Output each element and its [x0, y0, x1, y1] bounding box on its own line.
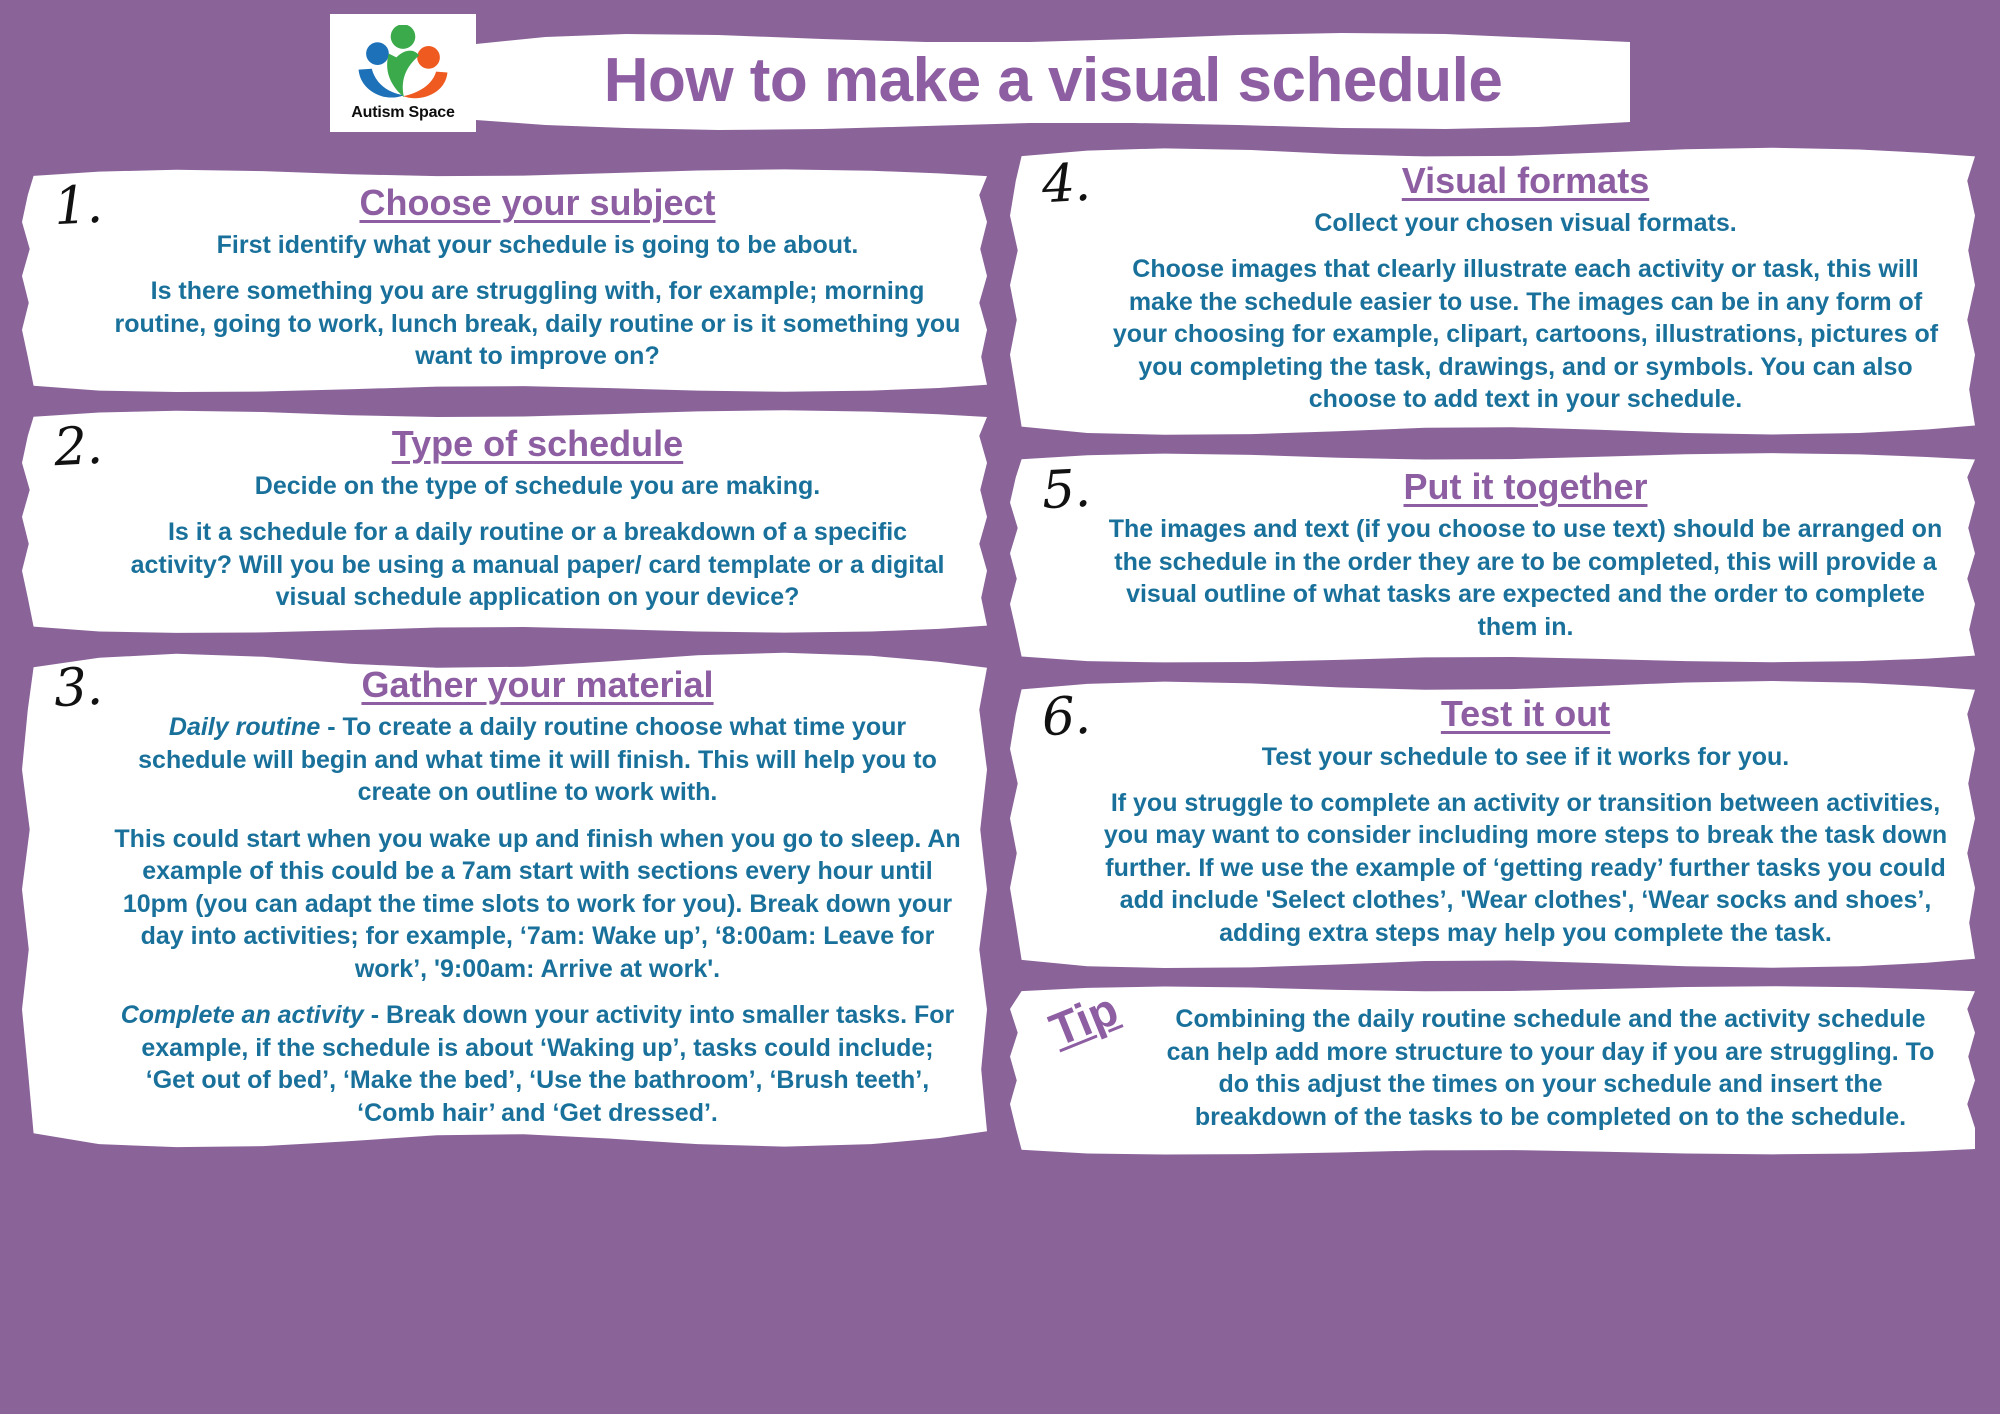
step-paragraph-2-1: Is it a schedule for a daily routine or … [130, 518, 945, 612]
step-paragraph-5-1: The images and text (if you choose to us… [1108, 515, 1943, 641]
right-column: 4. Visual formats Collect your chosen vi… [1010, 146, 1975, 1155]
step-subtitle-6: Test your schedule to see if it works fo… [1261, 742, 1790, 771]
tip-text: Combining the daily routine schedule and… [1166, 1005, 1935, 1131]
step-number-4: 4. [1040, 152, 1092, 216]
step-paragraph-3-example: This could start when you wake up and fi… [114, 824, 961, 983]
step-heading-4: Visual formats [1401, 160, 1650, 201]
step-heading-3: Gather your material [361, 663, 714, 705]
lead-term-complete-activity: Complete an activity [120, 1001, 364, 1030]
title-plate: How to make a visual schedule [476, 33, 1630, 130]
step-card-5: 5. Put it together The images and text (… [1010, 453, 1975, 663]
step-paragraph-3-complete-activity: Complete an activity - Break down your a… [114, 999, 961, 1129]
step-subtitle-2: Decide on the type of schedule you are m… [254, 472, 821, 501]
left-column: 1. Choose your subject First identify wh… [22, 168, 987, 1165]
step-paragraph-3-daily-routine: Daily routine - To create a daily routin… [114, 711, 961, 809]
step-heading-5: Put it together [1403, 465, 1648, 507]
step-card-6: 6. Test it out Test your schedule to see… [1010, 681, 1975, 969]
step-card-4: 4. Visual formats Collect your chosen vi… [1010, 147, 1975, 435]
step-paragraph-1-1: Is there something you are struggling wi… [114, 277, 961, 371]
step-number-6: 6. [1040, 686, 1092, 749]
step-card-3: 3. Gather your material Daily routine - … [22, 652, 987, 1148]
step-subtitle-4: Collect your chosen visual formats. [1314, 209, 1737, 238]
step-number-5: 5. [1040, 458, 1092, 522]
step-number-2: 2. [52, 415, 104, 479]
step-paragraph-6-1: If you struggle to complete an activity … [1103, 788, 1948, 947]
tip-card: Tip Combining the daily routine schedule… [1010, 982, 1975, 1155]
step-card-2: 2. Type of schedule Decide on the type o… [22, 410, 987, 633]
logo-caption: Autism Space [351, 103, 455, 121]
step-heading-6: Test it out [1440, 693, 1611, 735]
step-number-3: 3. [52, 656, 104, 719]
logo: Autism Space [330, 14, 476, 132]
step-card-1: 1. Choose your subject First identify wh… [22, 169, 987, 392]
step-heading-1: Choose your subject [359, 182, 716, 223]
tip-label: Tip [1042, 982, 1126, 1057]
step-heading-2: Type of schedule [391, 422, 684, 464]
three-people-logo-icon [351, 23, 455, 103]
step-number-1: 1. [52, 174, 104, 238]
step-subtitle-1: First identify what your schedule is goi… [216, 231, 859, 260]
step-paragraph-4-1: Choose images that clearly illustrate ea… [1112, 255, 1939, 414]
lead-term-daily-routine: Daily routine [168, 713, 321, 742]
page-header: Autism Space How to make a visual schedu… [330, 14, 1630, 132]
page-title: How to make a visual schedule [603, 45, 1503, 115]
